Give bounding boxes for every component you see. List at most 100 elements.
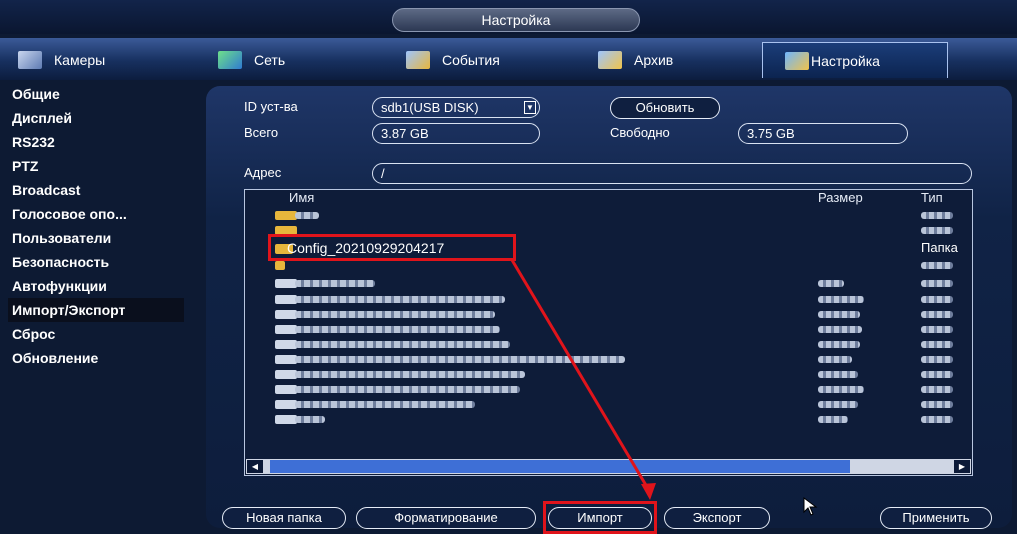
tab-label: Архив bbox=[634, 52, 674, 68]
sidebar-item-ptz[interactable]: PTZ bbox=[8, 154, 188, 178]
redacted-type bbox=[921, 212, 953, 219]
redacted-type bbox=[921, 311, 953, 318]
tab-events[interactable]: События bbox=[406, 42, 576, 78]
address-field[interactable]: / bbox=[372, 163, 972, 184]
file-icon bbox=[275, 279, 297, 288]
sidebar-item-rs232[interactable]: RS232 bbox=[8, 130, 188, 154]
list-item[interactable] bbox=[245, 352, 972, 367]
sidebar: Общие Дисплей RS232 PTZ Broadcast Голосо… bbox=[8, 82, 188, 370]
redacted-type bbox=[921, 416, 953, 423]
list-item[interactable] bbox=[245, 412, 972, 427]
redacted-size bbox=[818, 341, 860, 348]
sidebar-item-display[interactable]: Дисплей bbox=[8, 106, 188, 130]
sidebar-item-update[interactable]: Обновление bbox=[8, 346, 188, 370]
tab-label: События bbox=[442, 52, 500, 68]
device-id-label: ID уст-ва bbox=[244, 99, 298, 114]
device-select[interactable]: sdb1(USB DISK) ▼ bbox=[372, 97, 540, 118]
list-item[interactable] bbox=[245, 307, 972, 322]
sidebar-item-general[interactable]: Общие bbox=[8, 82, 188, 106]
apply-button[interactable]: Применить bbox=[880, 507, 992, 529]
list-item[interactable] bbox=[245, 397, 972, 412]
list-item[interactable] bbox=[245, 276, 972, 291]
column-type[interactable]: Тип bbox=[921, 190, 943, 205]
free-value: 3.75 GB bbox=[738, 123, 908, 144]
list-item[interactable] bbox=[245, 322, 972, 337]
format-button[interactable]: Форматирование bbox=[356, 507, 536, 529]
sidebar-item-autofunctions[interactable]: Автофункции bbox=[8, 274, 188, 298]
events-icon bbox=[406, 51, 430, 69]
file-icon bbox=[275, 370, 297, 379]
redacted-name bbox=[295, 356, 625, 363]
scroll-right-icon[interactable]: ▶ bbox=[954, 460, 970, 473]
redacted-name bbox=[295, 386, 520, 393]
file-icon bbox=[275, 400, 297, 409]
highlight-box-config bbox=[268, 234, 516, 261]
main-tabs: Камеры Сеть События Архив Настройка bbox=[0, 38, 1017, 80]
redacted-size bbox=[818, 296, 864, 303]
sidebar-item-import-export[interactable]: Импорт/Экспорт bbox=[8, 298, 184, 322]
redacted-type bbox=[921, 262, 953, 269]
column-name[interactable]: Имя bbox=[289, 190, 314, 205]
redacted-size bbox=[818, 386, 864, 393]
tab-cameras[interactable]: Камеры bbox=[18, 42, 178, 78]
list-item[interactable] bbox=[245, 208, 972, 223]
redacted-name bbox=[295, 401, 475, 408]
redacted-size bbox=[818, 326, 862, 333]
file-list[interactable]: Имя Размер Тип Config_20210929204217 Пап… bbox=[244, 189, 973, 476]
refresh-button[interactable]: Обновить bbox=[610, 97, 720, 119]
tab-label: Сеть bbox=[254, 52, 286, 68]
file-icon bbox=[275, 385, 297, 394]
file-icon bbox=[275, 340, 297, 349]
tab-label: Камеры bbox=[54, 52, 106, 68]
network-icon bbox=[218, 51, 242, 69]
sidebar-item-broadcast[interactable]: Broadcast bbox=[8, 178, 188, 202]
sidebar-item-users[interactable]: Пользователи bbox=[8, 226, 188, 250]
redacted-type bbox=[921, 326, 953, 333]
column-size[interactable]: Размер bbox=[818, 190, 863, 205]
redacted-type bbox=[921, 296, 953, 303]
redacted-size bbox=[818, 356, 852, 363]
file-icon bbox=[275, 355, 297, 364]
total-value: 3.87 GB bbox=[372, 123, 540, 144]
redacted-size bbox=[818, 416, 848, 423]
sidebar-item-reset[interactable]: Сброс bbox=[8, 322, 188, 346]
redacted-name bbox=[295, 280, 375, 287]
chevron-down-icon: ▼ bbox=[524, 101, 536, 114]
export-button[interactable]: Экспорт bbox=[664, 507, 770, 529]
redacted-name bbox=[295, 326, 500, 333]
file-icon bbox=[275, 295, 297, 304]
redacted-name bbox=[295, 212, 319, 219]
redacted-type bbox=[921, 341, 953, 348]
total-label: Всего bbox=[244, 125, 279, 140]
redacted-size bbox=[818, 401, 858, 408]
highlight-box-import bbox=[543, 501, 657, 534]
tab-network[interactable]: Сеть bbox=[218, 42, 378, 78]
list-item[interactable] bbox=[245, 292, 972, 307]
folder-icon bbox=[275, 261, 285, 270]
redacted-name bbox=[295, 296, 505, 303]
mouse-cursor-icon bbox=[803, 497, 818, 516]
tab-archive[interactable]: Архив bbox=[598, 42, 758, 78]
redacted-type bbox=[921, 280, 953, 287]
device-select-value: sdb1(USB DISK) bbox=[381, 100, 479, 115]
address-label: Адрес bbox=[244, 165, 282, 180]
tab-settings[interactable]: Настройка bbox=[762, 42, 948, 78]
sidebar-item-security[interactable]: Безопасность bbox=[8, 250, 188, 274]
redacted-name bbox=[295, 371, 525, 378]
file-icon bbox=[275, 310, 297, 319]
scroll-left-icon[interactable]: ◀ bbox=[247, 460, 263, 473]
redacted-type bbox=[921, 371, 953, 378]
list-item[interactable] bbox=[245, 367, 972, 382]
sidebar-item-voice-alert[interactable]: Голосовое опо... bbox=[8, 202, 188, 226]
horizontal-scrollbar[interactable]: ◀ ▶ bbox=[246, 459, 971, 474]
new-folder-button[interactable]: Новая папка bbox=[222, 507, 346, 529]
list-item[interactable] bbox=[245, 382, 972, 397]
scrollbar-thumb[interactable] bbox=[270, 460, 850, 473]
list-item[interactable] bbox=[245, 337, 972, 352]
archive-icon bbox=[598, 51, 622, 69]
config-folder-type: Папка bbox=[921, 240, 958, 255]
redacted-size bbox=[818, 311, 860, 318]
title-bar: Настройка bbox=[0, 0, 1017, 34]
redacted-size bbox=[818, 371, 858, 378]
redacted-name bbox=[295, 341, 510, 348]
